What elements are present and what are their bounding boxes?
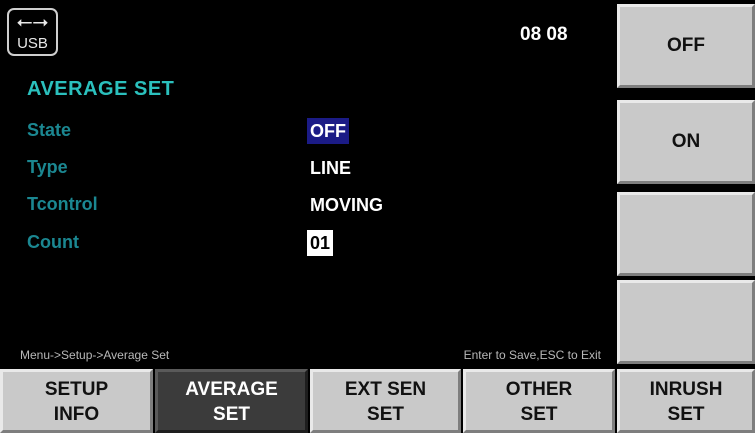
setting-label: Tcontrol [27, 194, 98, 214]
softkey-other-set[interactable]: OTHER SET [463, 369, 615, 433]
usb-label: USB [17, 35, 48, 52]
help-hint: Enter to Save,ESC to Exit [463, 348, 601, 362]
softkey-inrush-set[interactable]: INRUSH SET [617, 369, 755, 433]
setting-row-state[interactable]: State OFF [27, 118, 587, 146]
softkey-line1: OTHER [505, 379, 573, 400]
softkey-line1: INRUSH [649, 379, 723, 400]
softkey-off[interactable]: OFF [617, 4, 755, 88]
usb-symbol: ⭠⭢ [16, 11, 49, 33]
softkey-line2: SET [520, 404, 558, 425]
softkey-line1: AVERAGE [185, 379, 278, 400]
setting-label: Type [27, 157, 68, 177]
instrument-screen: ⭠⭢ USB 08 08 AVERAGE SET State OFF Type … [0, 0, 615, 369]
breadcrumb: Menu->Setup->Average Set [20, 348, 170, 362]
softkey-average-set[interactable]: AVERAGE SET [155, 369, 308, 433]
setting-value-input[interactable]: 01 [307, 230, 334, 256]
softkey-setup-info[interactable]: SETUP INFO [0, 369, 153, 433]
setting-label: State [27, 120, 72, 140]
clock: 08 08 [520, 24, 568, 45]
softkey-blank-2[interactable] [617, 280, 755, 364]
softkey-label: ON [671, 131, 701, 152]
setting-value[interactable]: LINE [307, 155, 354, 181]
footer-status: Menu->Setup->Average Set Enter to Save,E… [0, 340, 615, 369]
softkey-line1: EXT SEN [344, 379, 427, 400]
setting-value[interactable]: MOVING [307, 192, 386, 218]
softkey-line2: SET [667, 404, 705, 425]
softkey-line1: SETUP [44, 379, 109, 400]
setting-label: Count [27, 232, 79, 252]
softkey-blank-1[interactable] [617, 192, 755, 276]
usb-icon: ⭠⭢ USB [7, 8, 58, 56]
softkey-line2: SET [213, 404, 250, 425]
page-title: AVERAGE SET [27, 78, 175, 100]
softkey-line2: SET [367, 404, 404, 425]
softkey-line2: INFO [53, 404, 100, 425]
setting-value-selected[interactable]: OFF [307, 118, 349, 144]
softkey-ext-sen-set[interactable]: EXT SEN SET [310, 369, 461, 433]
softkey-label: OFF [667, 35, 705, 56]
status-bar: ⭠⭢ USB 08 08 [0, 0, 615, 62]
softkey-on[interactable]: ON [617, 100, 755, 184]
setting-row-type[interactable]: Type LINE [27, 155, 587, 183]
setting-row-count[interactable]: Count 01 [27, 230, 587, 258]
setting-row-tcontrol[interactable]: Tcontrol MOVING [27, 192, 587, 220]
